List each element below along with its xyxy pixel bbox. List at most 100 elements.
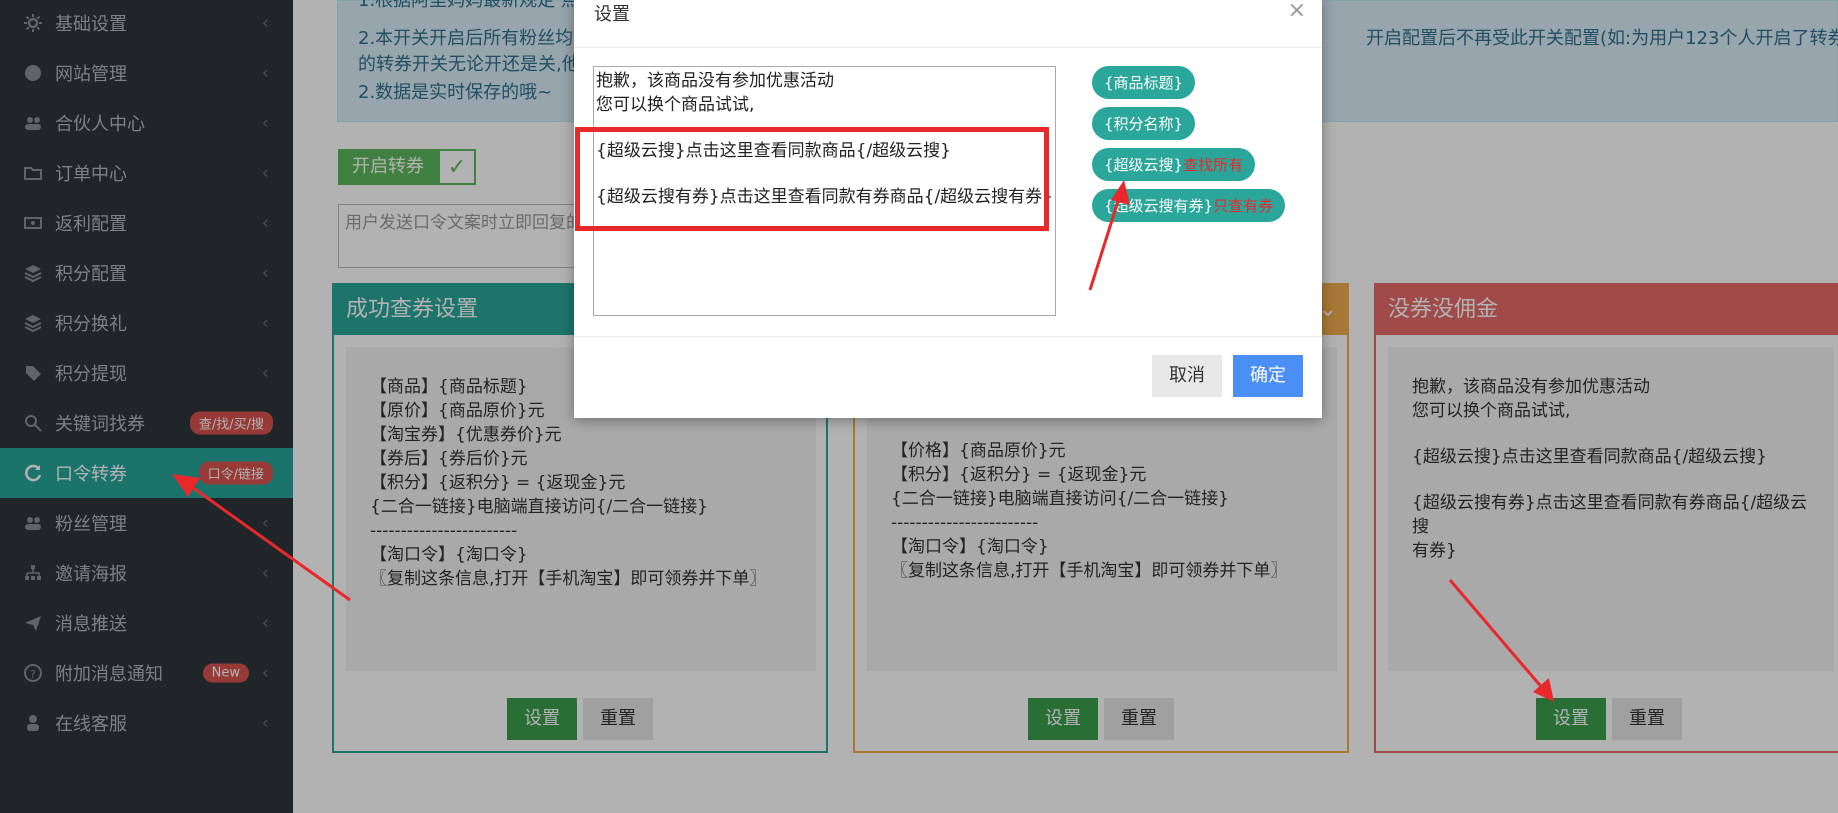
cancel-button[interactable]: 取消: [1152, 355, 1222, 397]
sidebar-item-8[interactable]: 关键词找券 查/找/买/搜: [0, 398, 293, 448]
middle-set-button[interactable]: 设置: [1028, 698, 1098, 740]
notice-line-4: 2.数据是实时保存的哦~: [358, 82, 553, 103]
close-icon[interactable]: ×: [1288, 0, 1306, 23]
sidebar-item-label: 积分提现: [55, 364, 127, 385]
money-icon: [22, 212, 44, 234]
tag-icon: [22, 362, 44, 384]
chevron-left-icon: ‹: [261, 562, 269, 584]
sidebar-item-3[interactable]: 订单中心 ‹: [0, 148, 293, 198]
sidebar-item-label: 网站管理: [55, 64, 127, 85]
chevron-left-icon: ‹: [261, 662, 269, 684]
text-line: ------------------------: [891, 513, 1039, 533]
variable-tags: {商品标题} {积分名称} {超级云搜}查找所有 {超级云搜有券}只查有券: [1092, 66, 1302, 230]
text-line: 您可以换个商品试试,: [596, 95, 755, 115]
nocoupon-reset-button[interactable]: 重置: [1612, 698, 1682, 740]
users-icon: [22, 512, 44, 534]
text-line: {超级云搜有券}点击这里查看同款有券商品{/超级云搜有券}: [596, 187, 1053, 207]
sidebar-item-label: 消息推送: [55, 614, 127, 635]
sidebar-item-1[interactable]: 网站管理 ‹: [0, 48, 293, 98]
sidebar-item-5[interactable]: 积分配置 ‹: [0, 248, 293, 298]
text-line: 【积分】{返积分} = {返现金}元: [370, 473, 626, 493]
layers-icon: [22, 262, 44, 284]
sidebar-item-11[interactable]: 邀请海报 ‹: [0, 548, 293, 598]
layers-icon: [22, 312, 44, 334]
sidebar-item-13[interactable]: ? 附加消息通知 New ‹: [0, 648, 293, 698]
chevron-left-icon: ‹: [261, 12, 269, 34]
variable-tag[interactable]: {积分名称}: [1092, 107, 1196, 140]
chevron-left-icon: ‹: [261, 212, 269, 234]
text-line: 〖复制这条信息,打开【手机淘宝】即可领券并下单〗: [370, 569, 767, 589]
sitemap-icon: [22, 562, 44, 584]
success-set-button[interactable]: 设置: [507, 698, 577, 740]
chevron-left-icon: ‹: [261, 312, 269, 334]
tag-text: {超级云搜}: [1104, 156, 1184, 174]
refresh-icon: [22, 462, 44, 484]
gear-icon: [22, 12, 44, 34]
sidebar-item-4[interactable]: 返利配置 ‹: [0, 198, 293, 248]
sidebar-item-0[interactable]: 基础设置 ‹: [0, 0, 293, 48]
chevron-left-icon: ‹: [261, 162, 269, 184]
help-icon: ?: [22, 662, 44, 684]
text-line: {超级云搜}点击这里查看同款商品{/超级云搜}: [1412, 447, 1767, 467]
sidebar-item-10[interactable]: 粉丝管理 ‹: [0, 498, 293, 548]
settings-modal: 设置 × 抱歉，该商品没有参加优惠活动 您可以换个商品试试, {超级云搜}点击这里查…: [574, 0, 1322, 418]
chevron-left-icon: ‹: [261, 112, 269, 134]
text-line: {二合一链接}电脑端直接访问{/二合一链接}: [891, 489, 1229, 509]
modal-title: 设置: [574, 0, 1322, 48]
message-editor[interactable]: 抱歉，该商品没有参加优惠活动 您可以换个商品试试, {超级云搜}点击这里查看同款商品…: [593, 66, 1056, 316]
sidebar-item-9[interactable]: 口令转券 口令/链接: [0, 448, 293, 498]
variable-tag[interactable]: {商品标题}: [1092, 66, 1196, 99]
tag-text: {积分名称}: [1104, 115, 1184, 133]
notice-line-2: 2.本开关开启后所有粉丝均可: [358, 28, 592, 49]
sidebar-item-label: 积分换礼: [55, 314, 127, 335]
sidebar-badge: 查/找/买/搜: [189, 411, 273, 435]
text-line: [1412, 423, 1810, 445]
text-line: [596, 117, 1053, 139]
sidebar-item-label: 口令转券: [55, 464, 127, 485]
variable-tag[interactable]: {超级云搜}查找所有: [1092, 148, 1256, 181]
text-line: 抱歉，该商品没有参加优惠活动: [1412, 377, 1650, 397]
nocoupon-set-button[interactable]: 设置: [1536, 698, 1606, 740]
tag-hint: 查找所有: [1183, 156, 1244, 174]
globe-icon: [22, 62, 44, 84]
notice-line-3: 的转券开关无论开还是关,他: [358, 54, 580, 75]
middle-reset-button[interactable]: 重置: [1104, 698, 1174, 740]
tag-text: {商品标题}: [1104, 74, 1184, 92]
sidebar-item-label: 在线客服: [55, 714, 127, 735]
variable-tag[interactable]: {超级云搜有券}只查有券: [1092, 189, 1286, 222]
enable-coupon-toggle[interactable]: 开启转券 ✓: [338, 149, 476, 185]
svg-text:?: ?: [30, 668, 36, 681]
text-line: [596, 163, 1053, 185]
sidebar-item-label: 订单中心: [55, 164, 127, 185]
user-icon: [22, 712, 44, 734]
sidebar-item-2[interactable]: 合伙人中心 ‹: [0, 98, 293, 148]
users-icon: [22, 112, 44, 134]
notice-line-1: 1.根据阿里妈妈最新规定 点: [358, 0, 579, 11]
text-line: 【淘口令】{淘口令}: [370, 545, 528, 565]
sidebar-item-12[interactable]: 消息推送 ‹: [0, 598, 293, 648]
panel-nocoupon-body: 抱歉，该商品没有参加优惠活动 您可以换个商品试试, {超级云搜}点击这里查看同款商品…: [1388, 347, 1834, 671]
sidebar-item-7[interactable]: 积分提现 ‹: [0, 348, 293, 398]
sidebar: 基础设置 ‹ 网站管理 ‹ 合伙人中心 ‹ 订单中心 ‹ 返利配置 ‹ 积分配置 ‹ 积分换礼 ‹ 积分提现…: [0, 0, 293, 813]
sidebar-item-label: 粉丝管理: [55, 514, 127, 535]
text-line: 【淘口令】{淘口令}: [891, 537, 1049, 557]
check-icon[interactable]: ✓: [438, 149, 476, 185]
text-line: 有券}: [1412, 541, 1457, 561]
chevron-left-icon: ‹: [261, 62, 269, 84]
sidebar-item-label: 基础设置: [55, 14, 127, 35]
sidebar-item-6[interactable]: 积分换礼 ‹: [0, 298, 293, 348]
send-icon: [22, 612, 44, 634]
toggle-label: 开启转券: [338, 149, 438, 185]
text-line: {超级云搜有券}点击这里查看同款有券商品{/超级云搜: [1412, 493, 1808, 537]
panel-nocoupon-title: 没券没佣金: [1376, 285, 1838, 335]
text-line: 抱歉，该商品没有参加优惠活动: [596, 71, 834, 91]
sidebar-item-label: 附加消息通知: [55, 664, 163, 685]
notice-line-2b: 开启配置后不再受此开关配置(如:为用户123个人开启了转券，那这里: [1366, 28, 1838, 49]
sidebar-item-14[interactable]: 在线客服 ‹: [0, 698, 293, 748]
tag-hint: 只查有券: [1213, 197, 1274, 215]
text-line: 【淘宝券】{优惠券价}元: [370, 425, 562, 445]
success-reset-button[interactable]: 重置: [583, 698, 653, 740]
confirm-button[interactable]: 确定: [1233, 355, 1303, 397]
panel-nocoupon: 没券没佣金 抱歉，该商品没有参加优惠活动 您可以换个商品试试, {超级云搜}点击这里…: [1374, 283, 1838, 753]
folder-icon: [22, 162, 44, 184]
